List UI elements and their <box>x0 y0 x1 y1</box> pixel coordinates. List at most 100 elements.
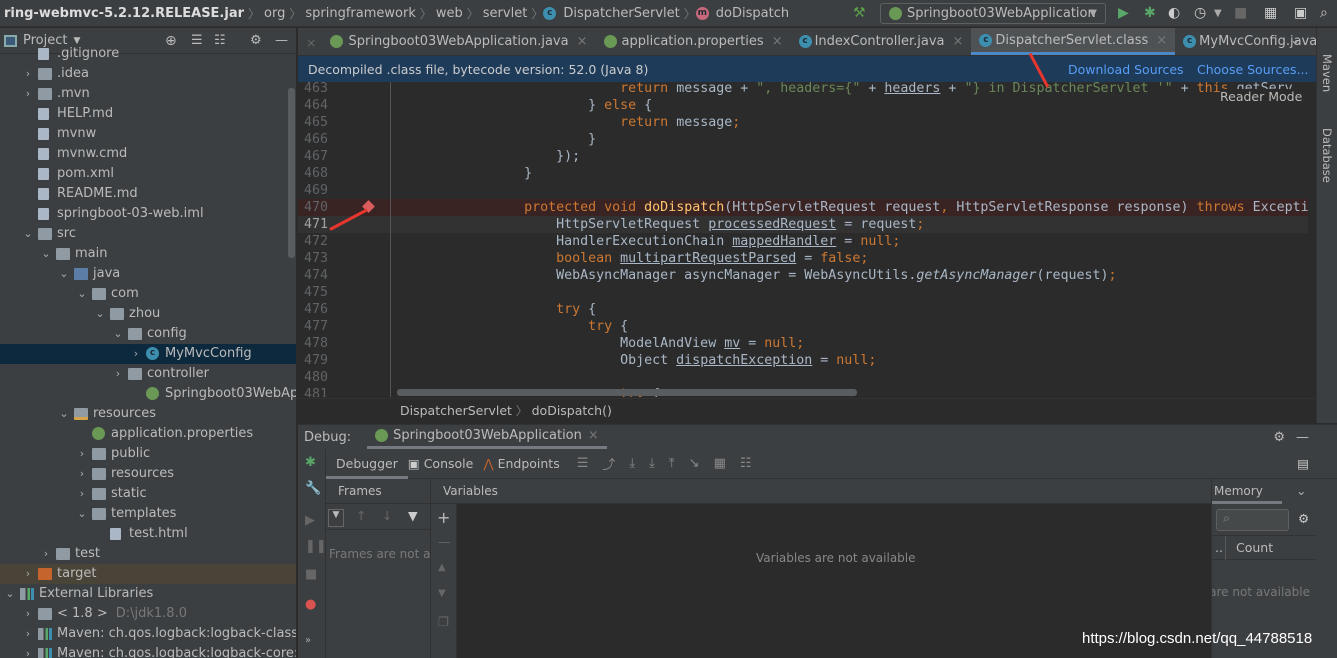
settings-icon[interactable]: ⚙ <box>1298 511 1309 526</box>
chevron-right-icon[interactable]: › <box>22 84 34 104</box>
run-configuration-select[interactable]: Springboot03WebApplication ▼ <box>880 3 1106 24</box>
step-out-icon[interactable]: ⤒ <box>669 456 675 471</box>
copy-icon[interactable]: ❐ <box>438 614 449 629</box>
close-icon[interactable]: × <box>577 34 588 49</box>
breadcrumb-org[interactable]: org <box>260 6 289 21</box>
chevron-down-icon[interactable]: ⌄ <box>58 404 70 424</box>
tree-item[interactable]: › Maven: ch.qos.logback:logback-classic:1… <box>0 624 296 644</box>
close-icon[interactable]: × <box>953 34 964 49</box>
run-icon[interactable]: ▶ <box>1118 5 1129 21</box>
terminal-icon[interactable]: ▣ <box>1294 5 1307 21</box>
resume-icon[interactable]: ▶ <box>305 513 315 528</box>
chevron-down-icon[interactable]: ▼ <box>1214 8 1222 19</box>
tree-item[interactable]: ⌄ src <box>0 224 296 244</box>
breadcrumb-springframework[interactable]: springframework <box>301 6 419 21</box>
chevron-right-icon[interactable]: › <box>112 364 124 384</box>
tree-item[interactable]: › < 1.8 > D:\jdk1.8.0 <box>0 604 296 624</box>
tree-item[interactable]: ⌄ zhou <box>0 304 296 324</box>
tab-debugger[interactable]: Debugger <box>326 449 408 479</box>
more-icon[interactable]: » <box>305 635 311 646</box>
arrow-up-icon[interactable]: ↑ <box>356 508 366 523</box>
search-icon[interactable]: ⌕ <box>1320 5 1328 21</box>
close-icon[interactable]: × <box>298 28 322 55</box>
tab-dispatcherservlet-class[interactable]: c DispatcherServlet.class × <box>971 28 1176 55</box>
database-tool-button[interactable]: Database <box>1320 128 1334 183</box>
layout-icon[interactable]: ▤ <box>1297 456 1309 471</box>
step-into-icon[interactable]: ⤓ <box>649 456 655 471</box>
tree-item[interactable]: › .mvn <box>0 84 296 104</box>
tree-item[interactable]: HELP.md <box>0 104 296 124</box>
tree-item[interactable]: › static <box>0 484 296 504</box>
choose-sources-link[interactable]: Choose Sources... <box>1197 62 1309 77</box>
chevron-right-icon[interactable]: › <box>22 604 34 624</box>
build-hammer-icon[interactable]: ⚒ <box>853 5 866 21</box>
remove-icon[interactable]: — <box>438 534 451 549</box>
tree-item[interactable]: mvnw.cmd <box>0 144 296 164</box>
tree-item[interactable]: ⌄ resources <box>0 404 296 424</box>
download-sources-link[interactable]: Download Sources <box>1068 62 1184 77</box>
evaluate-icon[interactable]: ▦ <box>714 456 726 471</box>
tree-item[interactable]: ⌄ com <box>0 284 296 304</box>
tab-springboot03webapplication-java[interactable]: Springboot03WebApplication.java × <box>322 28 595 55</box>
tab-console[interactable]: Console <box>420 449 484 479</box>
stop-icon[interactable]: ■ <box>1234 5 1247 21</box>
crumb-class[interactable]: DispatcherServlet <box>400 403 512 418</box>
debug-bug-icon[interactable]: ✱ <box>305 455 316 470</box>
arrow-down-icon[interactable]: ▼ <box>438 588 446 599</box>
tree-item[interactable]: springboot-03-web.iml <box>0 204 296 224</box>
chevron-right-icon[interactable]: › <box>130 344 142 364</box>
show-execution-point-icon[interactable]: ⤴ <box>602 454 615 473</box>
tab-indexcontroller-java[interactable]: c IndexController.java × <box>791 28 972 55</box>
tab-endpoints[interactable]: Endpoints <box>494 449 570 479</box>
tab-application-properties[interactable]: application.properties × <box>596 28 791 55</box>
close-icon[interactable]: × <box>588 428 599 443</box>
column-count[interactable]: Count <box>1225 536 1273 560</box>
tree-item[interactable]: mvnw <box>0 124 296 144</box>
run-to-cursor-icon[interactable]: ↘ <box>689 456 700 471</box>
tree-item[interactable]: ⌄ config <box>0 324 296 344</box>
coverage-icon[interactable]: ◐ <box>1168 5 1180 21</box>
tree-item[interactable]: › c MyMvcConfig <box>0 344 296 364</box>
wrench-icon[interactable]: 🔧 <box>305 481 321 496</box>
tree-item[interactable]: › Maven: ch.qos.logback:logback-core:1.2.… <box>0 644 296 658</box>
crumb-method[interactable]: doDispatch() <box>532 403 612 418</box>
menu-icon[interactable]: ☰ <box>577 456 589 471</box>
chevron-right-icon[interactable]: › <box>76 444 88 464</box>
arrow-up-icon[interactable]: ▲ <box>438 562 446 573</box>
chevron-down-icon[interactable]: ⌄ <box>76 284 88 304</box>
tab-memory[interactable]: Memory <box>1212 479 1282 504</box>
chevron-right-icon[interactable]: › <box>22 564 34 584</box>
add-watch-icon[interactable]: + <box>437 508 450 527</box>
debug-bug-icon[interactable]: ✱ <box>1144 5 1156 21</box>
tree-item[interactable]: ⌄ templates <box>0 504 296 524</box>
trace-icon[interactable]: ☷ <box>740 456 752 471</box>
chevron-right-icon[interactable]: › <box>40 544 52 564</box>
close-icon[interactable]: × <box>772 34 783 49</box>
filter-icon[interactable]: ▼ <box>408 508 418 523</box>
tree-item[interactable]: pom.xml <box>0 164 296 184</box>
tree-item[interactable]: › test <box>0 544 296 564</box>
debug-session-tab[interactable]: Springboot03WebApplication × <box>367 425 607 449</box>
tree-item[interactable]: › controller <box>0 364 296 384</box>
tree-item[interactable]: application.properties <box>0 424 296 444</box>
thread-select[interactable]: ▼ <box>328 509 344 527</box>
maven-tool-button[interactable]: Maven <box>1320 54 1334 92</box>
chevron-right-icon[interactable]: › <box>22 624 34 644</box>
close-icon[interactable]: × <box>1156 33 1167 48</box>
profiler-icon[interactable]: ◷ <box>1194 5 1206 21</box>
breadcrumb-web[interactable]: web <box>432 6 467 21</box>
hide-icon[interactable]: — <box>1296 430 1309 445</box>
chevron-down-icon[interactable]: ⌄ <box>22 224 34 244</box>
tree-item[interactable]: › .idea <box>0 64 296 84</box>
horizontal-scrollbar[interactable] <box>397 389 857 396</box>
arrow-down-icon[interactable]: ↓ <box>382 508 392 523</box>
chevron-right-icon[interactable]: › <box>22 644 34 658</box>
breadcrumb-jar[interactable]: ring-webmvc-5.2.12.RELEASE.jar <box>0 6 248 21</box>
scrollbar[interactable] <box>288 88 295 258</box>
tree-item[interactable]: › public <box>0 444 296 464</box>
chevron-down-icon[interactable]: ⌄ <box>76 504 88 524</box>
step-over-icon[interactable]: ⤓ <box>629 456 635 471</box>
tree-item[interactable]: ⌄ main <box>0 244 296 264</box>
chevron-down-icon[interactable]: ⌄ <box>40 244 52 264</box>
gear-icon[interactable]: ⚙ <box>1273 430 1285 445</box>
